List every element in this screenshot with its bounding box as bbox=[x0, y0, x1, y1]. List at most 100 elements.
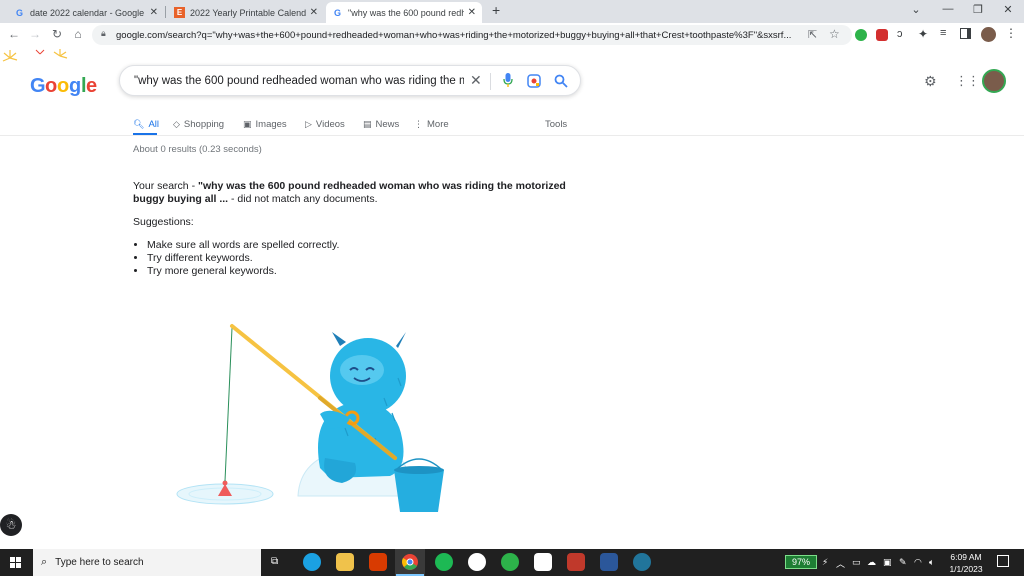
search-box-divider bbox=[490, 73, 491, 90]
clock-date: 1/1/2023 bbox=[949, 564, 983, 574]
close-tab-icon[interactable]: ✕ bbox=[310, 7, 318, 18]
url-text[interactable]: google.com/search?q="why+was+the+600+pou… bbox=[116, 30, 796, 41]
svg-text:o: o bbox=[57, 75, 69, 97]
share-icon[interactable]: ⇱ bbox=[808, 28, 817, 41]
office-icon[interactable] bbox=[369, 553, 387, 571]
no-match-message: Your search - "why was the 600 pound red… bbox=[133, 180, 593, 206]
tab-strip: G date 2022 calendar - Google Sea ✕ E 20… bbox=[0, 0, 1024, 23]
back-arrow-icon[interactable]: ← bbox=[6, 27, 22, 41]
evernote-icon[interactable] bbox=[501, 553, 519, 571]
meet-now-icon[interactable]: ▣ bbox=[883, 557, 892, 568]
wifi-icon[interactable]: ◠ bbox=[914, 557, 922, 568]
reload-icon[interactable]: ↻ bbox=[49, 27, 65, 41]
new-tab-button[interactable]: + bbox=[492, 2, 500, 18]
show-hidden-icons-chevron-icon[interactable]: ︿ bbox=[836, 557, 845, 570]
site-favicon-icon: E bbox=[174, 7, 185, 18]
account-avatar[interactable] bbox=[982, 69, 1006, 93]
restore-button[interactable]: ❐ bbox=[968, 3, 988, 16]
tab-more[interactable]: ⋮ More bbox=[414, 114, 449, 134]
fireworks-doodle-icon bbox=[2, 49, 68, 62]
system-clock[interactable]: 6:09 AM 1/1/2023 bbox=[946, 551, 986, 575]
windows-start-icon[interactable] bbox=[10, 557, 21, 568]
tools-button[interactable]: Tools bbox=[545, 114, 567, 134]
address-bar[interactable]: 🔒︎ google.com/search?q="why+was+the+600+… bbox=[92, 25, 852, 45]
tab-images[interactable]: ▣ Images bbox=[243, 114, 287, 134]
accessibility-helper-icon[interactable]: ☃ bbox=[0, 514, 22, 536]
app-s-icon[interactable] bbox=[468, 553, 486, 571]
voice-search-mic-icon[interactable] bbox=[503, 73, 513, 88]
forward-arrow-icon[interactable]: → bbox=[27, 27, 43, 41]
side-panel-icon[interactable] bbox=[960, 28, 971, 39]
tab-shopping-label: Shopping bbox=[183, 118, 225, 130]
suggestion-item: Try more general keywords. bbox=[147, 265, 339, 278]
tab-all-label: All bbox=[148, 118, 159, 130]
result-stats: About 0 results (0.23 seconds) bbox=[133, 144, 262, 155]
svg-text:e: e bbox=[86, 75, 97, 97]
tab-printable-calendar[interactable]: E 2022 Yearly Printable Calendar. V ✕ bbox=[168, 2, 324, 23]
tab-google-calendar[interactable]: G date 2022 calendar - Google Sea ✕ bbox=[8, 2, 164, 23]
play-icon: ▷ bbox=[305, 118, 312, 129]
pen-icon[interactable]: ✎ bbox=[899, 557, 907, 568]
settings-gear-icon[interactable]: ⚙ bbox=[924, 73, 937, 90]
media-control-icon[interactable]: ≡ bbox=[940, 27, 946, 39]
browser-toolbar: ← → ↻ ⌂ 🔒︎ google.com/search?q="why+was+… bbox=[0, 23, 1024, 47]
edge-browser-icon[interactable] bbox=[303, 553, 321, 571]
tab-separator bbox=[165, 6, 166, 18]
bookmark-star-icon[interactable]: ☆ bbox=[829, 27, 840, 41]
profile-avatar[interactable] bbox=[981, 27, 996, 42]
spotify-icon[interactable] bbox=[435, 553, 453, 571]
word-icon[interactable] bbox=[600, 553, 618, 571]
pdf-extension-icon[interactable] bbox=[876, 29, 888, 41]
tab-title: "why was the 600 pound redhea bbox=[348, 7, 464, 18]
taskbar-search-box[interactable]: ⌕ Type here to search bbox=[33, 549, 261, 576]
lens-camera-icon[interactable] bbox=[527, 74, 541, 88]
app-red-icon[interactable] bbox=[567, 553, 585, 571]
onedrive-cloud-icon[interactable]: ☁ bbox=[867, 557, 876, 568]
tab-all[interactable]: 🔍︎ All bbox=[133, 114, 159, 134]
tag-icon: ◇ bbox=[173, 118, 180, 129]
tab-videos-label: Videos bbox=[315, 118, 345, 130]
tab-news[interactable]: ▤ News bbox=[363, 114, 399, 134]
close-window-button[interactable]: ✕ bbox=[998, 3, 1018, 16]
tab-images-label: Images bbox=[255, 118, 287, 130]
kebab-menu-icon[interactable]: ⋮ bbox=[1005, 26, 1017, 40]
puzzle-extensions-icon[interactable]: ✦ bbox=[918, 27, 928, 41]
tab-search-dropdown-icon[interactable]: ⌄ bbox=[906, 3, 926, 16]
search-submit-icon[interactable] bbox=[554, 74, 568, 88]
tools-label: Tools bbox=[545, 118, 568, 130]
no-match-suffix: - did not match any documents. bbox=[228, 193, 378, 205]
task-view-icon[interactable]: ⧉ bbox=[271, 556, 278, 567]
google-favicon-icon: G bbox=[333, 7, 341, 18]
file-explorer-icon[interactable] bbox=[336, 553, 354, 571]
evernote-extension-icon[interactable] bbox=[855, 29, 867, 41]
extension-c-icon[interactable]: ↄ bbox=[897, 28, 903, 40]
clock-time: 6:09 AM bbox=[950, 552, 982, 562]
tab-shopping[interactable]: ◇ Shopping bbox=[173, 114, 224, 134]
chrome-browser-icon[interactable] bbox=[401, 553, 419, 571]
home-icon[interactable]: ⌂ bbox=[70, 27, 86, 41]
clear-search-icon[interactable]: ✕ bbox=[470, 72, 482, 89]
windows-taskbar: ⌕ Type here to search ⧉ 97% ⚡︎ ︿ ▭ ☁ ▣ ✎… bbox=[0, 549, 1024, 576]
battery-indicator[interactable]: 97% bbox=[785, 555, 817, 569]
kindle-icon[interactable] bbox=[534, 553, 552, 571]
tray-app-icon[interactable]: ▭ bbox=[852, 557, 861, 568]
search-input[interactable] bbox=[134, 74, 464, 87]
search-icon: ⌕ bbox=[41, 556, 48, 568]
suggestion-item: Make sure all words are spelled correctl… bbox=[147, 239, 339, 252]
minimize-button[interactable]: — bbox=[938, 3, 958, 15]
suggestions-list: Make sure all words are spelled correctl… bbox=[147, 239, 339, 278]
wordpress-icon[interactable] bbox=[633, 553, 651, 571]
svg-text:g: g bbox=[69, 75, 80, 97]
close-tab-icon[interactable]: ✕ bbox=[150, 7, 158, 18]
volume-icon[interactable]: 🔈︎ bbox=[929, 557, 934, 568]
notifications-icon[interactable] bbox=[997, 555, 1009, 567]
header-divider bbox=[0, 135, 1024, 136]
taskbar-search-placeholder: Type here to search bbox=[55, 557, 144, 568]
tab-videos[interactable]: ▷ Videos bbox=[305, 114, 345, 134]
newspaper-icon: ▤ bbox=[363, 118, 372, 129]
no-match-prefix: Your search - bbox=[133, 180, 198, 192]
close-tab-icon[interactable]: ✕ bbox=[468, 7, 476, 18]
svg-text:G: G bbox=[30, 75, 45, 97]
search-box[interactable]: ✕ bbox=[119, 65, 581, 96]
tab-active-search[interactable]: G "why was the 600 pound redhea ✕ bbox=[326, 2, 482, 23]
